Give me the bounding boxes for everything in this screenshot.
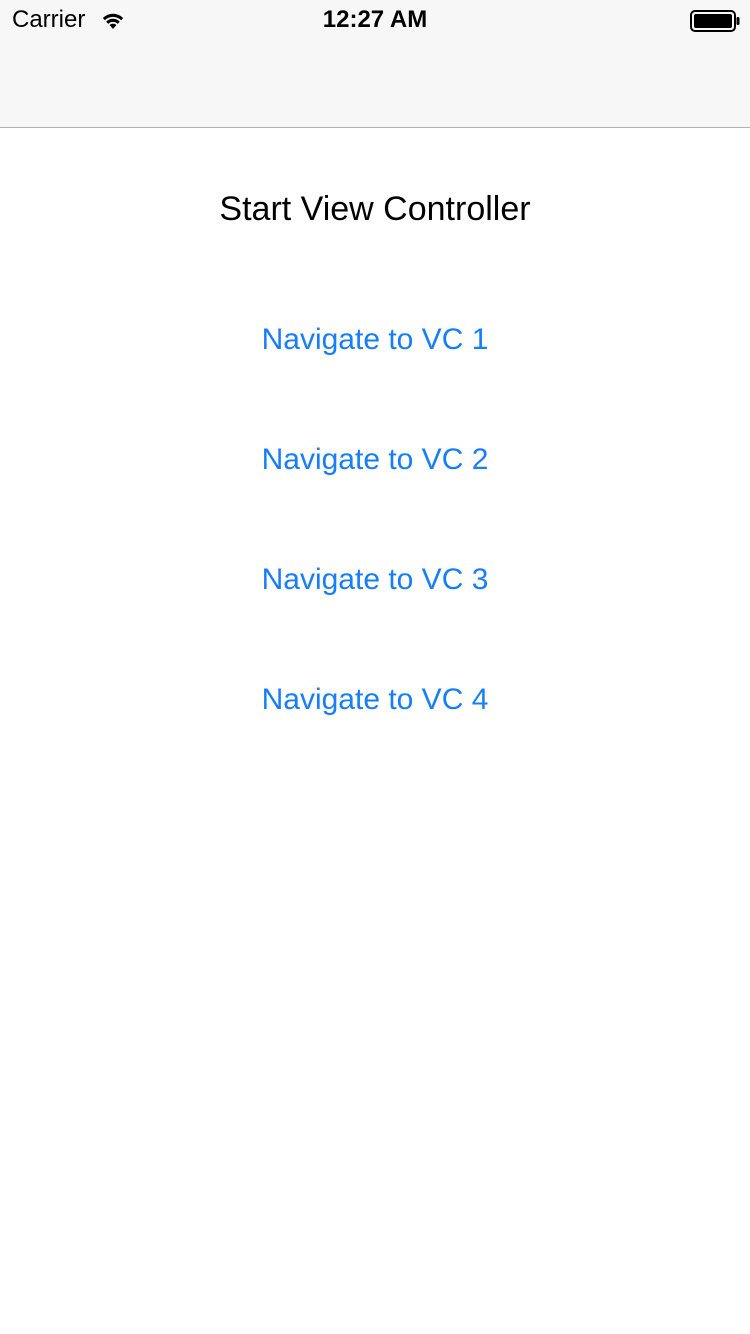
navigate-vc3-button[interactable]: Navigate to VC 3 bbox=[225, 550, 525, 610]
battery-full-icon bbox=[690, 10, 740, 32]
screen: Carrier 12:27 AM Start View Controller N… bbox=[0, 0, 750, 1334]
status-time: 12:27 AM bbox=[322, 6, 428, 33]
navigate-vc4-button[interactable]: Navigate to VC 4 bbox=[225, 670, 525, 730]
navigate-vc1-button[interactable]: Navigate to VC 1 bbox=[225, 310, 525, 370]
navigate-vc2-button[interactable]: Navigate to VC 2 bbox=[225, 430, 525, 490]
status-bar: Carrier 12:27 AM bbox=[0, 0, 750, 40]
navigation-bar: Carrier 12:27 AM bbox=[0, 0, 750, 128]
page-title: Start View Controller bbox=[219, 190, 531, 228]
